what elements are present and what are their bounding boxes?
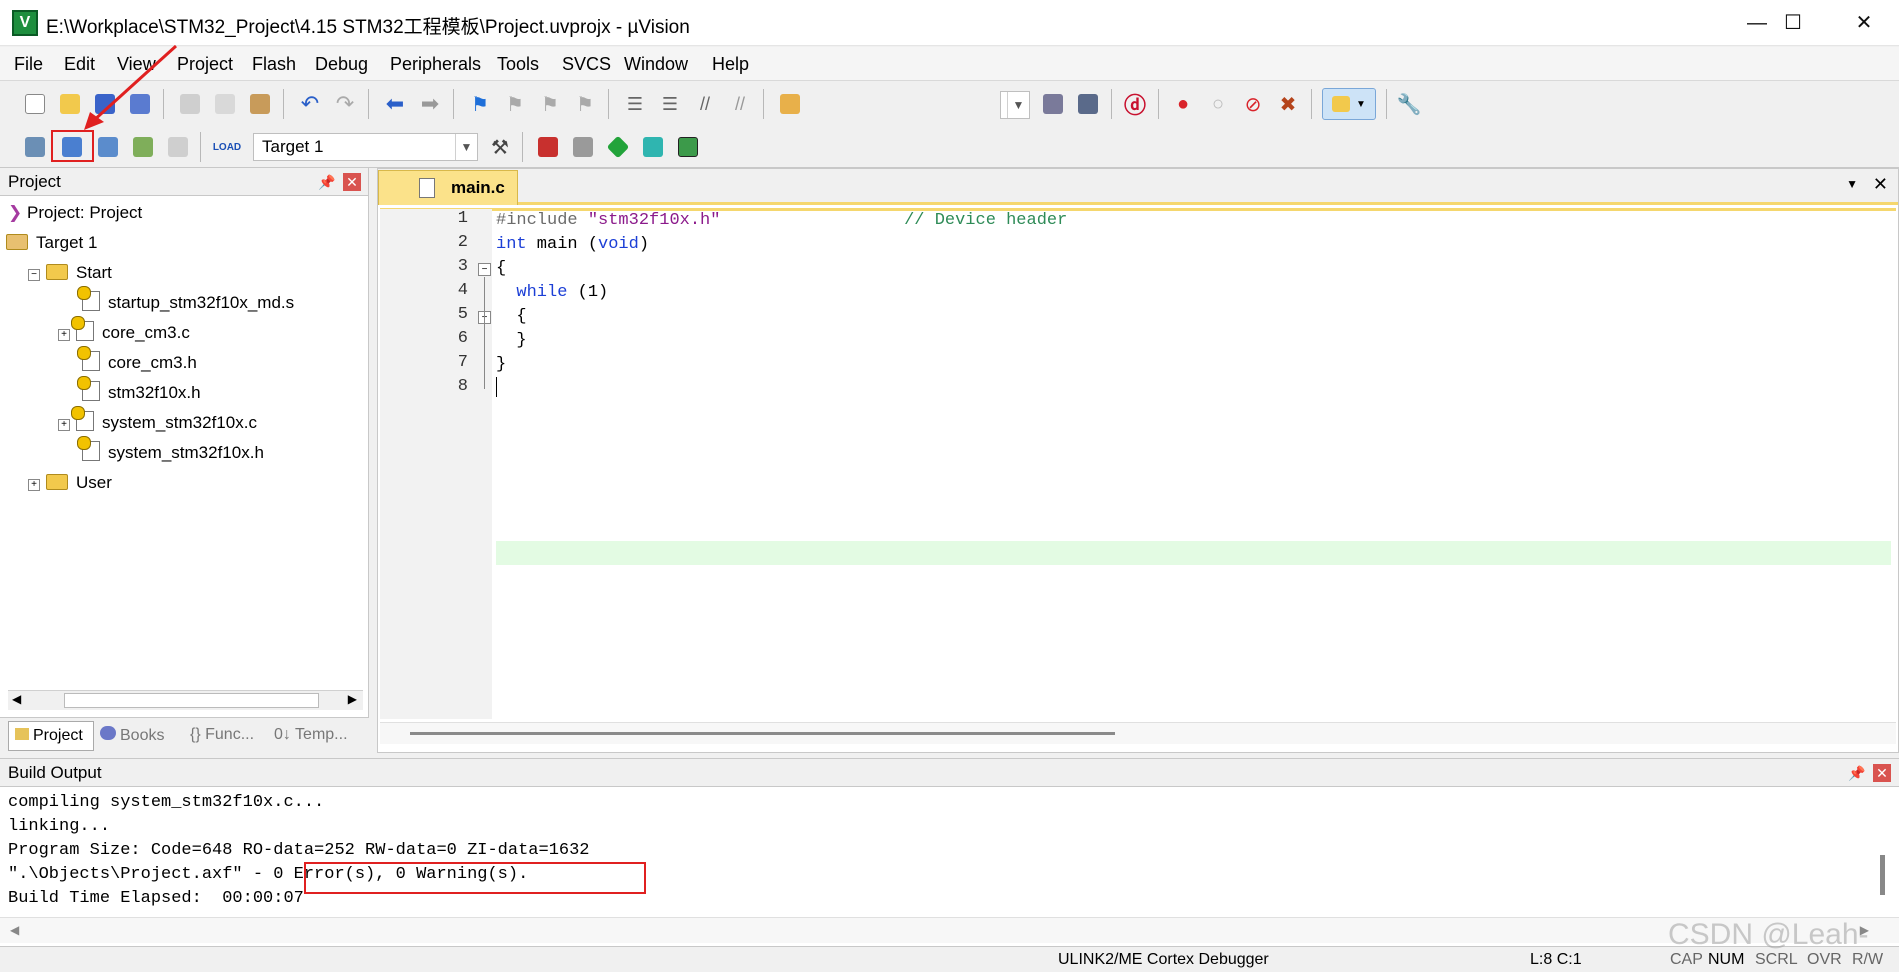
tree-project-root[interactable]: ❯ Project: Project: [8, 200, 142, 226]
status-scrl: SCRL: [1755, 951, 1798, 968]
pin-icon[interactable]: 📌: [1848, 765, 1865, 782]
expand-icon[interactable]: +: [28, 479, 40, 491]
folder-icon: [46, 474, 68, 490]
project-horizontal-scrollbar[interactable]: ◀ ▶: [8, 690, 363, 710]
tree-group-user[interactable]: + User: [28, 470, 112, 496]
build-horizontal-scrollbar[interactable]: ◀ ▶: [0, 917, 1899, 943]
tab-list-dropdown-icon[interactable]: ▼: [1846, 177, 1858, 191]
line-number: 2: [457, 233, 468, 252]
tab-templates[interactable]: 0↓ Temp...: [274, 726, 348, 744]
annotation-highlight-errors: [304, 862, 646, 894]
code-line-5[interactable]: {: [496, 305, 526, 329]
editor-horizontal-scrollbar[interactable]: [380, 722, 1896, 744]
status-rw: R/W: [1852, 951, 1884, 968]
source-file-icon: [71, 316, 94, 341]
expand-icon[interactable]: +: [58, 329, 70, 341]
build-output-header: Build Output 📌 ✕: [0, 759, 1899, 787]
line-number: 3: [457, 257, 468, 276]
scroll-right-icon[interactable]: ▶: [348, 692, 357, 706]
tree-file[interactable]: core_cm3.h: [77, 346, 197, 376]
status-debugger: ULINK2/ME Cortex Debugger: [1058, 951, 1269, 968]
build-output-line: Program Size: Code=648 RO-data=252 RW-da…: [8, 841, 590, 860]
scroll-left-icon[interactable]: ◀: [10, 923, 19, 937]
folder-icon: [46, 264, 68, 280]
scrollbar-thumb[interactable]: [410, 732, 1115, 735]
tree-file[interactable]: system_stm32f10x.h: [77, 436, 264, 466]
target-folder-icon: [6, 234, 28, 250]
tree-target[interactable]: Target 1: [6, 230, 97, 256]
project-root-icon: ❯: [8, 203, 23, 222]
scrollbar-thumb[interactable]: [64, 693, 319, 708]
collapse-icon[interactable]: −: [28, 269, 40, 281]
project-panel: Project 📌 ✕ ❯ Project: Project Target 1 …: [0, 168, 369, 753]
line-number: 1: [457, 209, 468, 228]
close-tab-icon[interactable]: ✕: [1873, 174, 1888, 195]
watermark: CSDN @Leah-: [1668, 918, 1869, 951]
tree-group-start[interactable]: − Start: [28, 260, 112, 286]
build-output-line: compiling system_stm32f10x.c...: [8, 793, 325, 812]
text-cursor: [496, 377, 497, 397]
code-line-2[interactable]: int main (void): [496, 233, 649, 257]
line-number: 7: [457, 353, 468, 372]
status-ovr: OVR: [1807, 951, 1842, 968]
tab-main-c[interactable]: main.c: [378, 170, 518, 205]
project-panel-header: Project 📌 ✕: [0, 168, 368, 196]
tab-functions[interactable]: {} Func...: [190, 726, 254, 744]
arrow-to-build-icon: [90, 44, 178, 124]
build-output-panel: Build Output 📌 ✕ compiling system_stm32f…: [0, 758, 1899, 946]
fold-collapse-icon[interactable]: −: [478, 263, 491, 276]
status-num: NUM: [1708, 951, 1745, 968]
editor-tab-strip: main.c ▼ ✕: [378, 169, 1898, 205]
header-file-icon: [77, 436, 100, 461]
build-output-title: Build Output: [8, 763, 102, 782]
code-line-8[interactable]: [496, 377, 497, 401]
project-panel-tabs: Project Books {} Func... 0↓ Temp...: [0, 717, 369, 753]
status-caps: CAP: [1670, 951, 1703, 968]
file-icon: [419, 178, 435, 198]
expand-icon[interactable]: +: [58, 419, 70, 431]
status-cursor-position: L:8 C:1: [1530, 951, 1582, 968]
code-line-6[interactable]: }: [496, 329, 526, 353]
project-panel-title: Project: [8, 172, 61, 191]
line-number: 5: [457, 305, 468, 324]
source-file-icon: [71, 406, 94, 431]
tab-project[interactable]: Project: [8, 721, 94, 751]
build-output-line: linking...: [8, 817, 111, 836]
fold-line: [484, 277, 485, 389]
tree-file[interactable]: startup_stm32f10x_md.s: [77, 286, 294, 316]
line-number: 6: [457, 329, 468, 348]
scroll-left-icon[interactable]: ◀: [12, 692, 21, 706]
current-line-highlight: [496, 541, 1891, 565]
books-icon: [100, 726, 116, 740]
source-file-icon: [77, 286, 100, 311]
line-number: 8: [457, 377, 468, 396]
close-panel-button[interactable]: ✕: [343, 173, 361, 191]
project-tab-icon: [15, 728, 29, 740]
tree-file[interactable]: + system_stm32f10x.c: [58, 406, 257, 436]
pin-icon[interactable]: 📌: [318, 174, 335, 191]
tree-file[interactable]: stm32f10x.h: [77, 376, 201, 406]
status-bar: ULINK2/ME Cortex Debugger L:8 C:1 CAP NU…: [0, 946, 1899, 972]
code-line-7[interactable]: }: [496, 353, 506, 377]
code-line-4[interactable]: while (1): [496, 281, 608, 305]
build-output-line: Build Time Elapsed: 00:00:07: [8, 889, 304, 908]
tree-file[interactable]: + core_cm3.c: [58, 316, 190, 346]
header-file-icon: [77, 346, 100, 371]
line-number: 4: [457, 281, 468, 300]
code-line-1[interactable]: #include "stm32f10x.h" // Device header: [496, 209, 1067, 233]
header-file-icon: [77, 376, 100, 401]
code-editor: main.c ▼ ✕ 1 2 3 4 5 6 7 8 − − #include …: [377, 168, 1899, 753]
build-vertical-scrollbar-thumb[interactable]: [1880, 855, 1885, 895]
tab-books[interactable]: Books: [100, 726, 164, 745]
code-line-3[interactable]: {: [496, 257, 506, 281]
close-panel-button[interactable]: ✕: [1873, 764, 1891, 782]
